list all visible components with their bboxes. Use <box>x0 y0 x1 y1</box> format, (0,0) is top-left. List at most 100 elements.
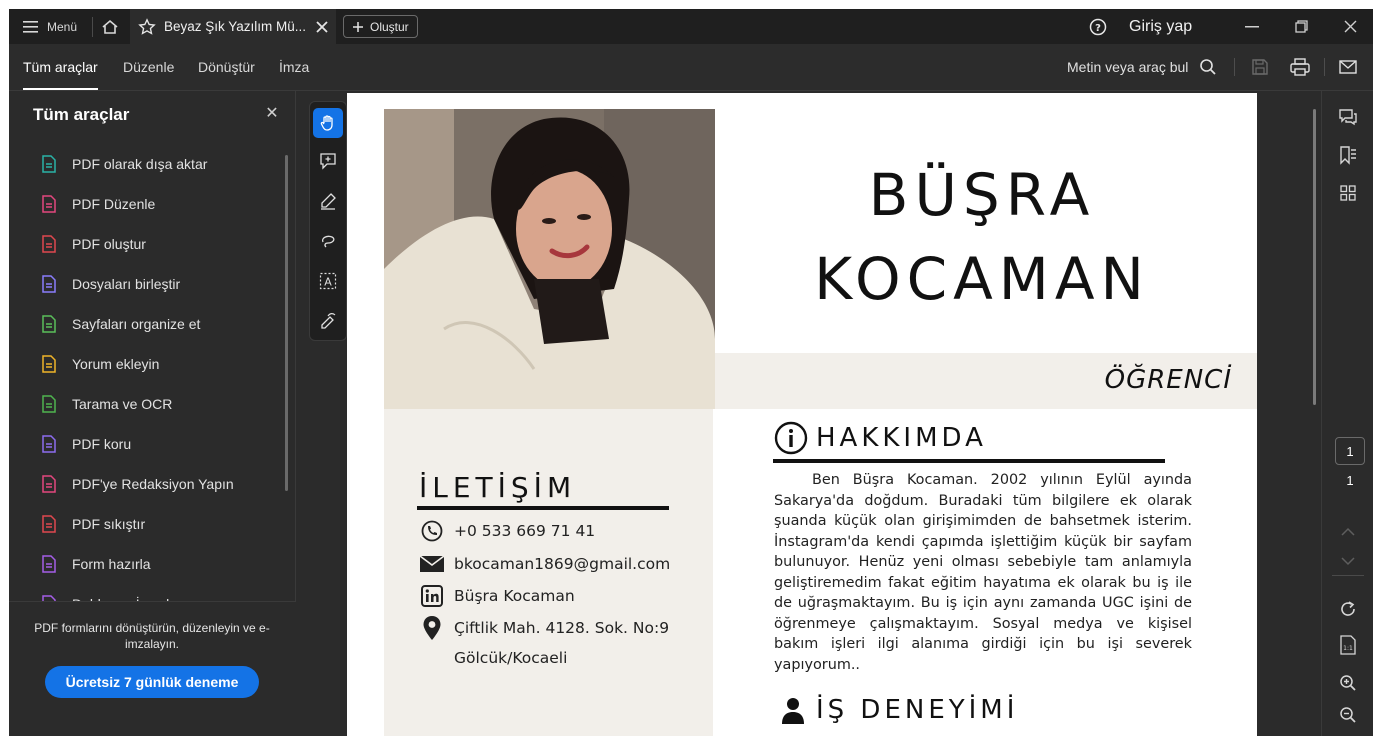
close-panel-button[interactable]: ✕ <box>264 105 280 123</box>
create-label: Oluştur <box>370 19 409 34</box>
tab-sign[interactable]: İmza <box>279 44 309 90</box>
document-viewer[interactable]: A BÜŞRA KOCAMAN ÖĞRENCİ İLETİŞİM +0 533 … <box>297 91 1320 736</box>
tool-label: PDF oluştur <box>72 236 146 252</box>
quick-tools-bar: A <box>309 101 347 341</box>
draw-tool[interactable] <box>313 226 343 256</box>
divider <box>92 17 93 37</box>
promo-text: PDF formlarını dönüştürün, düzenleyin ve… <box>34 621 270 651</box>
chevron-up-icon <box>1341 527 1355 536</box>
email-address: bkocaman1869@gmail.com <box>454 555 671 573</box>
phone-icon <box>420 519 444 543</box>
minimize-button[interactable] <box>1234 9 1270 44</box>
compress-pdf-icon <box>39 514 59 534</box>
next-page-button[interactable] <box>1335 549 1361 573</box>
zoom-out-button[interactable] <box>1335 703 1361 727</box>
close-window-button[interactable] <box>1332 9 1368 44</box>
minimize-icon <box>1245 25 1259 27</box>
envelope-icon <box>420 552 444 576</box>
thumbnails-button[interactable] <box>1335 181 1361 205</box>
page-total: 1 <box>1346 473 1354 488</box>
tool-item[interactable]: Dosyaları birleştir <box>39 269 180 299</box>
experience-heading: İŞ DENEYİMİ <box>816 695 1019 725</box>
pdf-page[interactable]: BÜŞRA KOCAMAN ÖĞRENCİ İLETİŞİM +0 533 66… <box>347 93 1257 736</box>
contact-address-2: Gölcük/Kocaeli <box>454 649 567 667</box>
linkedin-name: Büşra Kocaman <box>454 587 575 605</box>
phone-number: +0 533 669 71 41 <box>454 522 596 540</box>
tab-title: Beyaz Şık Yazılım Mü... <box>164 19 307 34</box>
create-button[interactable]: Oluştur <box>343 15 418 38</box>
hamburger-icon <box>23 20 38 33</box>
add-comment-tool[interactable] <box>313 146 343 176</box>
title-bar: Menü Beyaz Şık Yazılım Mü... Oluştur ? G… <box>9 9 1373 44</box>
lasso-icon <box>321 235 335 248</box>
about-underline <box>773 459 1165 463</box>
about-heading-row: HAKKIMDA <box>774 421 987 455</box>
star-icon[interactable] <box>138 17 156 36</box>
menu-label: Menü <box>47 19 78 34</box>
free-trial-button[interactable]: Ücretsiz 7 günlük deneme <box>45 666 259 698</box>
text-select-tool[interactable]: A <box>313 266 343 296</box>
save-icon <box>1252 59 1268 75</box>
search-button[interactable] <box>1195 55 1221 79</box>
svg-text:A: A <box>324 276 332 289</box>
page-fit-icon: 1:1 <box>1340 635 1356 655</box>
text-box-icon: A <box>319 272 337 290</box>
tool-label: PDF koru <box>72 436 132 452</box>
about-heading: HAKKIMDA <box>816 423 987 453</box>
tool-item[interactable]: PDF koru <box>39 429 131 459</box>
divider <box>1332 575 1364 576</box>
find-tool-label[interactable]: Metin veya araç bul <box>1067 44 1188 90</box>
signature-icon <box>321 313 336 329</box>
address-line-2: Gölcük/Kocaeli <box>454 649 568 667</box>
rotate-button[interactable] <box>1335 597 1361 621</box>
tool-label: PDF sıkıştır <box>72 516 146 532</box>
svg-text:?: ? <box>1095 23 1101 34</box>
tool-item[interactable]: PDF Düzenle <box>39 189 155 219</box>
hand-tool-button[interactable] <box>313 108 343 138</box>
help-button[interactable]: ? <box>1089 9 1107 44</box>
zoom-in-button[interactable] <box>1335 671 1361 695</box>
prev-page-button[interactable] <box>1335 519 1361 543</box>
tool-item[interactable]: Sayfaları organize et <box>39 309 200 339</box>
document-scrollbar[interactable] <box>1313 109 1316 405</box>
comments-button[interactable] <box>1335 105 1361 129</box>
hand-icon <box>320 115 333 131</box>
menu-bar: Tüm araçlar Düzenle Dönüştür İmza Metin … <box>9 44 1373 91</box>
print-button[interactable] <box>1287 55 1313 79</box>
plus-icon <box>353 21 363 32</box>
tool-item[interactable]: Tarama ve OCR <box>39 389 172 419</box>
zoom-out-icon <box>1340 707 1356 723</box>
combine-files-icon <box>39 274 59 294</box>
address-line-1: Çiftlik Mah. 4128. Sok. No:9 <box>454 619 670 637</box>
divider <box>1324 58 1325 76</box>
tool-label: PDF'ye Redaksiyon Yapın <box>72 476 234 492</box>
restore-button[interactable] <box>1283 9 1319 44</box>
bookmarks-button[interactable] <box>1335 143 1361 167</box>
save-button[interactable] <box>1247 55 1273 79</box>
panel-scrollbar[interactable] <box>285 155 288 491</box>
home-button[interactable] <box>97 9 123 44</box>
menu-button[interactable]: Menü <box>15 9 85 44</box>
sign-tool[interactable] <box>313 306 343 336</box>
tool-item[interactable]: PDF sıkıştır <box>39 509 145 539</box>
document-tab[interactable]: Beyaz Şık Yazılım Mü... <box>130 9 336 44</box>
tool-label: Dosyaları birleştir <box>72 276 181 292</box>
export-pdf-icon <box>39 154 59 174</box>
tab-edit[interactable]: Düzenle <box>123 44 174 90</box>
tab-all-tools[interactable]: Tüm araçlar <box>23 44 98 90</box>
actual-size-button[interactable]: 1:1 <box>1335 633 1361 657</box>
tool-item[interactable]: PDF oluştur <box>39 229 146 259</box>
tool-item[interactable]: Form hazırla <box>39 549 151 579</box>
contact-email: bkocaman1869@gmail.com <box>420 552 670 576</box>
page-number-input[interactable]: 1 <box>1335 437 1365 465</box>
email-button[interactable] <box>1335 55 1361 79</box>
login-button[interactable]: Giriş yap <box>1129 9 1192 44</box>
tool-item[interactable]: PDF olarak dışa aktar <box>39 149 207 179</box>
highlight-tool[interactable] <box>313 186 343 216</box>
tool-item[interactable]: PDF'ye Redaksiyon Yapın <box>39 469 234 499</box>
tool-item[interactable]: Yorum ekleyin <box>39 349 159 379</box>
tool-label: PDF olarak dışa aktar <box>72 156 208 172</box>
promo-area: PDF formlarını dönüştürün, düzenleyin ve… <box>9 601 296 736</box>
tab-convert[interactable]: Dönüştür <box>198 44 255 90</box>
close-tab-icon[interactable] <box>316 20 328 33</box>
